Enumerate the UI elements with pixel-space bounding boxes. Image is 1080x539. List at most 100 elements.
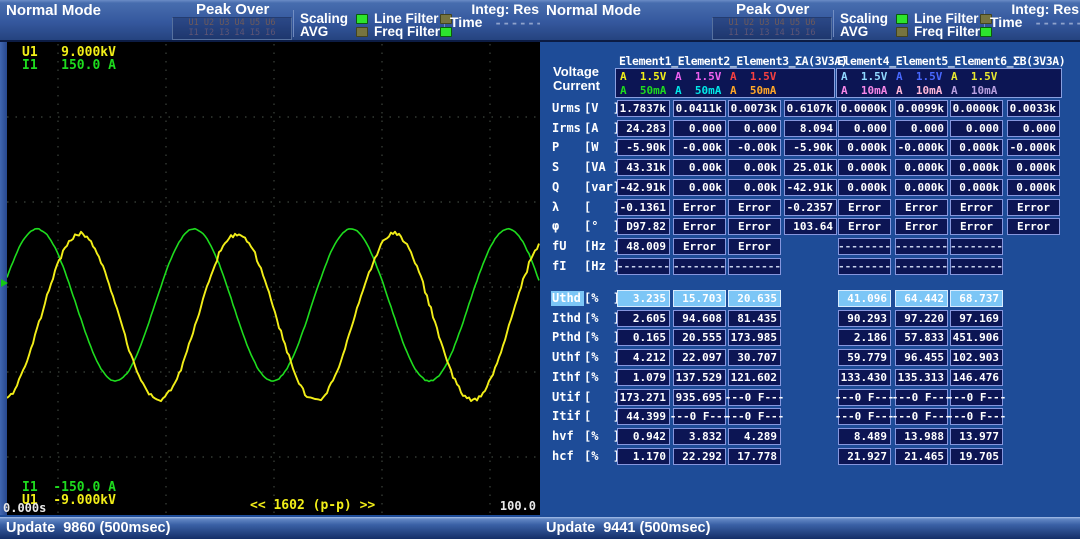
cell-Ithd-col3: 81.435 <box>728 310 781 327</box>
cell-φ-col5: Error <box>838 218 891 235</box>
voltage-range: A 1.5V <box>841 70 887 84</box>
integ-status: Integ: Res <box>471 1 539 17</box>
cell-fU-col1: 48.009 <box>617 238 670 255</box>
cell-P-col7: 0.000k <box>950 139 1003 156</box>
cell-Urms-col1: 1.7837k <box>617 100 670 117</box>
cell-Q-col4: -42.91k <box>784 179 837 196</box>
cell-Irms-col4: 8.094 <box>784 120 837 137</box>
voltage-range: A 1.5V <box>675 70 721 84</box>
element-6-range: A 1.5VA 10mA <box>951 70 997 98</box>
cell-Q-col5: 0.000k <box>838 179 891 196</box>
row-label-Urms: Urms <box>552 101 581 115</box>
avg-led <box>356 27 368 37</box>
row-label-fU: fU <box>552 239 566 253</box>
cell-S-col2: 0.00k <box>673 159 726 176</box>
cell-P-col8: -0.000k <box>1007 139 1060 156</box>
row-label-Ithf: Ithf <box>552 370 581 384</box>
row-unit: [% ] <box>584 330 620 344</box>
cell-Q-col8: 0.000k <box>1007 179 1060 196</box>
current-range: A 10mA <box>951 84 997 98</box>
voltage-range: A 1.5V <box>730 70 776 84</box>
cell-hvf-col3: 4.289 <box>728 428 781 445</box>
power-analyzer-screen: Normal Mode Peak Over U1 U2 U3 U4 U5 U6 … <box>0 0 1080 539</box>
cell-Ithf-col3: 121.602 <box>728 369 781 386</box>
current-label: Current <box>553 79 600 93</box>
channel-scale-top: U1 9.000kVI1 150.0 A <box>22 46 116 72</box>
row-unit: [var] <box>584 180 620 194</box>
cell-λ-col7: Error <box>950 199 1003 216</box>
row-label-Irms: Irms <box>552 121 581 135</box>
mode-label: Normal Mode <box>6 2 101 19</box>
peak-over-current-row: I1 I2 I3 I4 I5 I6 <box>173 28 291 38</box>
measure-row-S: S[VA ]43.31k0.00k0.00k25.01k0.000k0.000k… <box>540 159 1080 176</box>
range-box-elements-4-6: A 1.5VA 10mAA 1.5VA 10mAA 1.5VA 10mA <box>836 68 1062 98</box>
voltage-range: A 1.5V <box>896 70 942 84</box>
cell-Uthd-col5: 41.096 <box>838 290 891 307</box>
cell-Ithd-col1: 2.605 <box>617 310 670 327</box>
cell-λ-col5: Error <box>838 199 891 216</box>
measure-row-Uthd: Uthd[% ]3.23515.70320.63541.09664.44268.… <box>540 290 1080 307</box>
cell-Utif-col5: ---0 F--- <box>838 389 891 406</box>
cell-P-col2: -0.00k <box>673 139 726 156</box>
waveform-plot <box>7 42 540 515</box>
cell-Itif-col7: ---0 F--- <box>950 408 1003 425</box>
measure-row-Uthf: Uthf[% ]4.21222.09730.70759.77996.455102… <box>540 349 1080 366</box>
voltage-label: Voltage <box>553 65 600 79</box>
cell-Ithd-col5: 90.293 <box>838 310 891 327</box>
row-label-P: P <box>552 140 559 154</box>
row-label-hvf: hvf <box>552 429 574 443</box>
header-divider <box>293 10 294 37</box>
cell-Uthd-col6: 64.442 <box>895 290 948 307</box>
row-label-Pthd: Pthd <box>552 330 581 344</box>
cell-φ-col6: Error <box>895 218 948 235</box>
cell-fI-col3: -------- <box>728 258 781 275</box>
waveform-panel: Normal Mode Peak Over U1 U2 U3 U4 U5 U6 … <box>0 0 540 539</box>
scaling-avg-block: Scaling AVG <box>300 12 368 38</box>
voltage-current-label: Voltage Current <box>553 65 600 93</box>
cell-Irms-col2: 0.000 <box>673 120 726 137</box>
element-5-range: A 1.5VA 10mA <box>896 70 942 98</box>
measure-row-fI: fI[Hz ]---------------------------------… <box>540 258 1080 275</box>
row-unit: [Hz ] <box>584 259 620 273</box>
cell-Urms-col2: 0.0411k <box>673 100 726 117</box>
row-unit: [Hz ] <box>584 239 620 253</box>
time-value: ------- <box>494 16 540 30</box>
cell-Utif-col6: ---0 F--- <box>895 389 948 406</box>
waveform-left-rail <box>0 42 7 515</box>
range-box-elements-1-3: A 1.5VA 50mAA 1.5VA 50mAA 1.5VA 50mA <box>615 68 835 98</box>
mode-label: Normal Mode <box>546 2 641 19</box>
cell-S-col6: 0.000k <box>895 159 948 176</box>
cell-hvf-col1: 0.942 <box>617 428 670 445</box>
measure-row-P: P[W ]-5.90k-0.00k-0.00k-5.90k0.000k-0.00… <box>540 139 1080 156</box>
cell-P-col1: -5.90k <box>617 139 670 156</box>
cell-Ithd-col2: 94.608 <box>673 310 726 327</box>
cell-φ-col4: 103.64 <box>784 218 837 235</box>
measure-row-Pthd: Pthd[% ]0.16520.555173.9852.18657.833451… <box>540 329 1080 346</box>
cell-Q-col6: 0.000k <box>895 179 948 196</box>
cell-fI-col6: -------- <box>895 258 948 275</box>
cell-fU-col6: -------- <box>895 238 948 255</box>
cell-φ-col8: Error <box>1007 218 1060 235</box>
cell-Ithd-col7: 97.169 <box>950 310 1003 327</box>
row-label-fI: fI <box>552 259 566 273</box>
element-1-range: A 1.5VA 50mA <box>620 70 666 98</box>
current-range: A 50mA <box>730 84 776 98</box>
row-label-S: S <box>552 160 559 174</box>
peak-over-indicators: U1 U2 U3 U4 U5 U6 I1 I2 I3 I4 I5 I6 <box>712 17 832 40</box>
cell-fU-col7: -------- <box>950 238 1003 255</box>
element-group-a-header: Element1_Element2_Element3_ΣA(3V3A) <box>619 54 847 68</box>
cell-hcf-col7: 19.705 <box>950 448 1003 465</box>
cell-Itif-col5: ---0 F--- <box>838 408 891 425</box>
row-unit: [° ] <box>584 219 620 233</box>
peak-over-current-row: I1 I2 I3 I4 I5 I6 <box>713 28 831 38</box>
cell-hvf-col2: 3.832 <box>673 428 726 445</box>
element-4-range: A 1.5VA 10mA <box>841 70 887 98</box>
cell-λ-col3: Error <box>728 199 781 216</box>
cell-Uthf-col6: 96.455 <box>895 349 948 366</box>
cell-S-col5: 0.000k <box>838 159 891 176</box>
cell-Pthd-col1: 0.165 <box>617 329 670 346</box>
cell-Ithf-col2: 137.529 <box>673 369 726 386</box>
time-value: ------- <box>1034 16 1080 30</box>
cell-Pthd-col2: 20.555 <box>673 329 726 346</box>
current-range: A 50mA <box>620 84 666 98</box>
